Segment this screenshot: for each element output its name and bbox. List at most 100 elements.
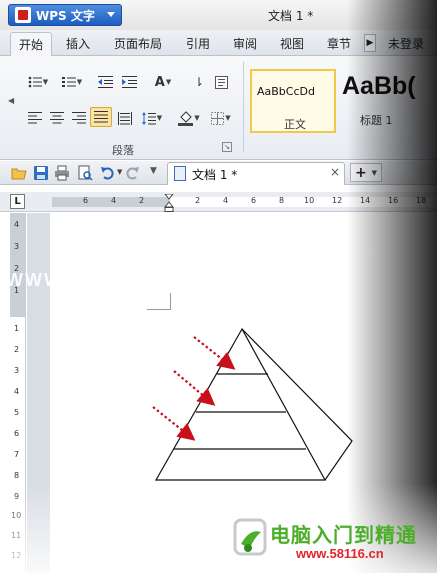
document-tab-bar: ▼ ▼ 文档 1 * × + ▼ [0,161,437,185]
line-spacing-icon [141,111,156,125]
close-icon[interactable]: × [330,165,340,179]
paint-bucket-icon [178,110,194,126]
tab-view[interactable]: 视图 [280,35,304,52]
tab-scroll-right-icon[interactable]: ▶ [364,34,376,52]
decrease-indent-button[interactable] [94,72,116,92]
align-center-icon [50,112,64,124]
horizontal-ruler[interactable]: L 6 4 2 2 4 6 8 10 12 14 16 18 [0,192,437,212]
distributed-align-button[interactable] [114,108,136,128]
decrease-indent-icon [97,76,113,88]
brand-logo-icon [233,518,267,556]
ruler-tick-label: 16 [388,196,399,205]
text-box-icon [214,75,228,89]
chevron-down-icon [107,12,115,17]
bullet-list-icon [28,76,42,88]
ruler-tick-label: 10 [11,511,22,520]
ruler-tick-label: 9 [14,492,20,501]
pyramid-drawing[interactable] [150,325,360,485]
wps-menu-label: WPS 文字 [36,8,95,23]
undo-dropdown-icon[interactable]: ▼ [117,168,122,176]
font-size-a-icon: A [154,74,165,90]
text-box-button[interactable] [210,72,232,92]
ruler-tick-label: 2 [14,345,20,354]
document-tab-label: 文档 1 * [192,168,238,182]
paragraph-mark-icon: ⇂ [193,75,205,89]
ruler-tick-label: 6 [251,196,257,205]
brand-name: 电脑入门到精通 [270,523,417,547]
save-icon[interactable] [33,165,49,181]
chinese-layout-button[interactable]: A ▼ [148,72,178,92]
ruler-tick-label: 12 [11,551,22,560]
numbered-list-icon [61,77,76,87]
print-preview-icon[interactable] [77,165,93,181]
increase-indent-icon [121,76,137,88]
tab-review[interactable]: 审阅 [233,35,257,52]
redo-icon[interactable] [124,165,140,181]
wps-menu-button[interactable]: WPS 文字 [8,4,122,26]
chevron-down-icon: ▼ [371,169,377,177]
line-spacing-button[interactable]: ▼ [138,108,166,128]
arrow-icon [193,336,236,370]
watermark-left-text: WWW [6,270,63,290]
ribbon-scroll-left-icon[interactable]: ◀ [8,96,14,105]
ruler-tick-label: 11 [11,531,22,540]
align-right-button[interactable] [68,108,90,128]
ruler-tick-label: 2 [139,196,145,205]
tab-page-layout[interactable]: 页面布局 [114,35,162,52]
brand-url: www.58116.cn [296,546,384,561]
arrow-icon [173,370,216,406]
tab-home[interactable]: 开始 [10,32,53,57]
ruler-tick-label: 8 [14,471,20,480]
quick-access-customize-icon[interactable]: ▼ [150,166,157,176]
vertical-ruler[interactable]: 4 3 2 1 1 2 3 4 5 6 7 8 9 10 11 12 [10,213,26,573]
tab-stop-selector[interactable]: L [10,194,25,209]
shading-button[interactable]: ▼ [174,108,204,128]
title-bar: WPS 文字 文档 1 * [0,0,437,30]
align-left-button[interactable] [24,108,46,128]
ruler-tick-label: 6 [83,196,89,205]
print-icon[interactable] [54,165,70,181]
align-right-icon [72,112,86,124]
undo-icon[interactable] [100,165,116,181]
tab-sections[interactable]: 章节 [327,35,351,52]
arrow-icon [152,406,196,441]
ruler-tick-label: 18 [416,196,427,205]
style-normal-name: 正文 [284,118,306,131]
paragraph-dialog-launcher-icon[interactable]: ↘ [222,142,232,152]
style-normal-sample: AaBbCcDd [257,85,315,98]
tab-document-1[interactable]: 文档 1 * × [167,162,345,185]
tab-insert[interactable]: 插入 [66,35,90,52]
ruler-tick-label: 4 [14,387,20,396]
paragraph-group-label: 段落 [112,144,134,157]
open-folder-icon[interactable] [11,165,27,181]
document-icon [174,166,186,181]
pyramid-shape[interactable] [154,327,353,481]
ruler-tick-label: 1 [14,324,20,333]
increase-indent-button[interactable] [118,72,140,92]
plus-icon: + [355,164,367,181]
align-justify-icon [94,111,108,123]
align-left-icon [28,112,42,124]
style-heading1-sample: AaBb( [342,72,416,100]
ruler-tick-label: 4 [111,196,117,205]
window-title: 文档 1 * [268,9,314,23]
indent-marker-icon[interactable] [164,194,174,212]
numbered-list-button[interactable]: ▼ [58,72,86,92]
bullet-list-button[interactable]: ▼ [24,72,52,92]
ruler-tick-label: 3 [14,242,20,251]
ruler-tick-label: 6 [14,429,20,438]
new-tab-button[interactable]: + ▼ [350,163,382,182]
login-status[interactable]: 未登录 [388,35,424,52]
distributed-align-icon [118,111,132,125]
ruler-band [52,197,437,207]
borders-button[interactable]: ▼ [206,108,236,128]
ribbon-separator [243,62,244,152]
tab-references[interactable]: 引用 [186,35,210,52]
ruler-tick-label: 12 [332,196,343,205]
show-hide-marks-button[interactable]: ⇂ [188,72,210,92]
ruler-tick-label: 3 [14,366,20,375]
style-normal-swatch[interactable]: AaBbCcDd 正文 [250,69,336,133]
justify-button[interactable] [90,107,112,127]
ruler-tick-label: 4 [223,196,229,205]
align-center-button[interactable] [46,108,68,128]
